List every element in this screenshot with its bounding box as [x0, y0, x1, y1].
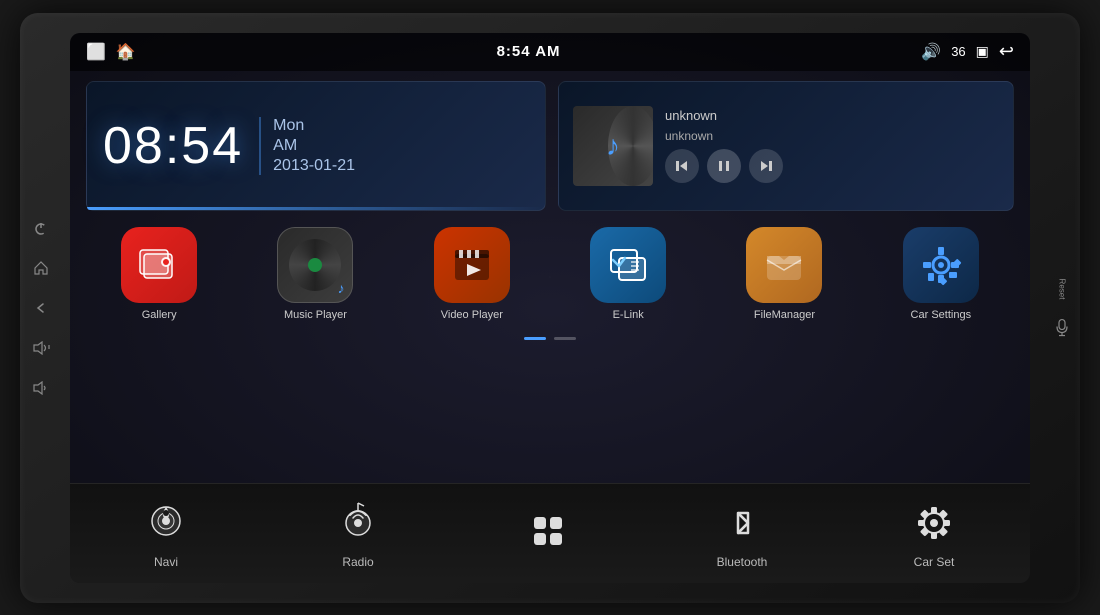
- app-video-player[interactable]: Video Player: [399, 227, 545, 321]
- app-music-player[interactable]: ♪ Music Player: [242, 227, 388, 321]
- filemanager-label: FileManager: [754, 309, 815, 321]
- carsettings-icon: [903, 227, 979, 303]
- page-dot-2[interactable]: [554, 337, 576, 340]
- status-time: 8:54 AM: [497, 43, 561, 60]
- nav-bluetooth[interactable]: Bluetooth: [646, 497, 838, 569]
- nav-radio[interactable]: Radio: [262, 497, 454, 569]
- bluetooth-label: Bluetooth: [717, 555, 768, 569]
- carsettings-label: Car Settings: [911, 309, 972, 321]
- side-buttons-right: Reset: [1056, 278, 1068, 337]
- gallery-label: Gallery: [142, 309, 177, 321]
- clock-time: 08:54: [103, 116, 243, 176]
- elink-label: E-Link: [613, 309, 644, 321]
- volume-up-button[interactable]: [30, 337, 52, 359]
- app-gallery[interactable]: Gallery: [86, 227, 232, 321]
- navi-label: Navi: [154, 555, 178, 569]
- prev-button[interactable]: [665, 149, 699, 183]
- carset-icon: [908, 497, 960, 549]
- clock-period: AM: [273, 137, 355, 155]
- clock-date: 2013-01-21: [273, 157, 355, 175]
- music-controls: [665, 149, 999, 183]
- apps-grid-icon: [524, 507, 576, 559]
- clock-widget: 08:54 Mon AM 2013-01-21: [86, 81, 546, 211]
- app-elink[interactable]: E-Link: [555, 227, 701, 321]
- music-info: unknown unknown: [665, 108, 999, 183]
- radio-icon: [332, 497, 384, 549]
- music-widget: ♪ unknown unknown: [558, 81, 1014, 211]
- carset-label: Car Set: [914, 555, 955, 569]
- window-icon: ⬜: [86, 42, 106, 62]
- page-dots: [86, 333, 1014, 344]
- widgets-row: 08:54 Mon AM 2013-01-21 ♪ unknown unknow…: [86, 81, 1014, 211]
- video-player-icon: [434, 227, 510, 303]
- filemanager-icon: [746, 227, 822, 303]
- back-side-button[interactable]: [30, 297, 52, 319]
- bluetooth-icon: [716, 497, 768, 549]
- reset-label[interactable]: Reset: [1058, 278, 1067, 299]
- home-status-icon: 🏠: [116, 42, 136, 62]
- car-head-unit: Reset ⬜ 🏠 8:54 AM 🔊 36 ▣ ↩: [20, 13, 1080, 603]
- main-screen: ⬜ 🏠 8:54 AM 🔊 36 ▣ ↩ 08:54 Mon AM: [70, 33, 1030, 583]
- home-side-button[interactable]: [30, 257, 52, 279]
- mic-icon: [1056, 319, 1068, 337]
- status-right-icons: 🔊 36 ▣ ↩: [921, 41, 1014, 62]
- elink-icon: [590, 227, 666, 303]
- next-button[interactable]: [749, 149, 783, 183]
- music-artist: unknown: [665, 129, 999, 143]
- vinyl-art: [289, 239, 341, 291]
- back-status-icon: ↩: [999, 41, 1014, 62]
- side-buttons-left: [30, 217, 52, 399]
- volume-level: 36: [951, 44, 965, 59]
- apps-grid: Gallery ♪ Music Player: [86, 221, 1014, 327]
- status-bar: ⬜ 🏠 8:54 AM 🔊 36 ▣ ↩: [70, 33, 1030, 71]
- play-pause-button[interactable]: [707, 149, 741, 183]
- music-track: unknown: [665, 108, 999, 123]
- volume-status-icon: 🔊: [921, 42, 941, 62]
- video-player-label: Video Player: [441, 309, 503, 321]
- music-note-icon: ♪: [606, 130, 620, 162]
- nav-navi[interactable]: Navi: [70, 497, 262, 569]
- nav-carset[interactable]: Car Set: [838, 497, 1030, 569]
- clock-day: Mon: [273, 117, 355, 135]
- music-player-icon: ♪: [277, 227, 353, 303]
- clock-details: Mon AM 2013-01-21: [259, 117, 355, 175]
- album-art: ♪: [573, 106, 653, 186]
- power-button[interactable]: [30, 217, 52, 239]
- page-dot-1[interactable]: [524, 337, 546, 340]
- main-content: 08:54 Mon AM 2013-01-21 ♪ unknown unknow…: [70, 71, 1030, 483]
- bottom-nav: Navi Radio: [70, 483, 1030, 583]
- music-player-label: Music Player: [284, 309, 347, 321]
- app-filemanager[interactable]: FileManager: [711, 227, 857, 321]
- app-carsettings[interactable]: Car Settings: [868, 227, 1014, 321]
- navi-icon: [140, 497, 192, 549]
- nav-home[interactable]: [454, 507, 646, 559]
- apps-section: Gallery ♪ Music Player: [86, 221, 1014, 479]
- radio-label: Radio: [342, 555, 373, 569]
- status-left-icons: ⬜ 🏠: [86, 42, 136, 62]
- gallery-icon: [121, 227, 197, 303]
- screen-icon: ▣: [976, 43, 989, 60]
- volume-down-button[interactable]: [30, 377, 52, 399]
